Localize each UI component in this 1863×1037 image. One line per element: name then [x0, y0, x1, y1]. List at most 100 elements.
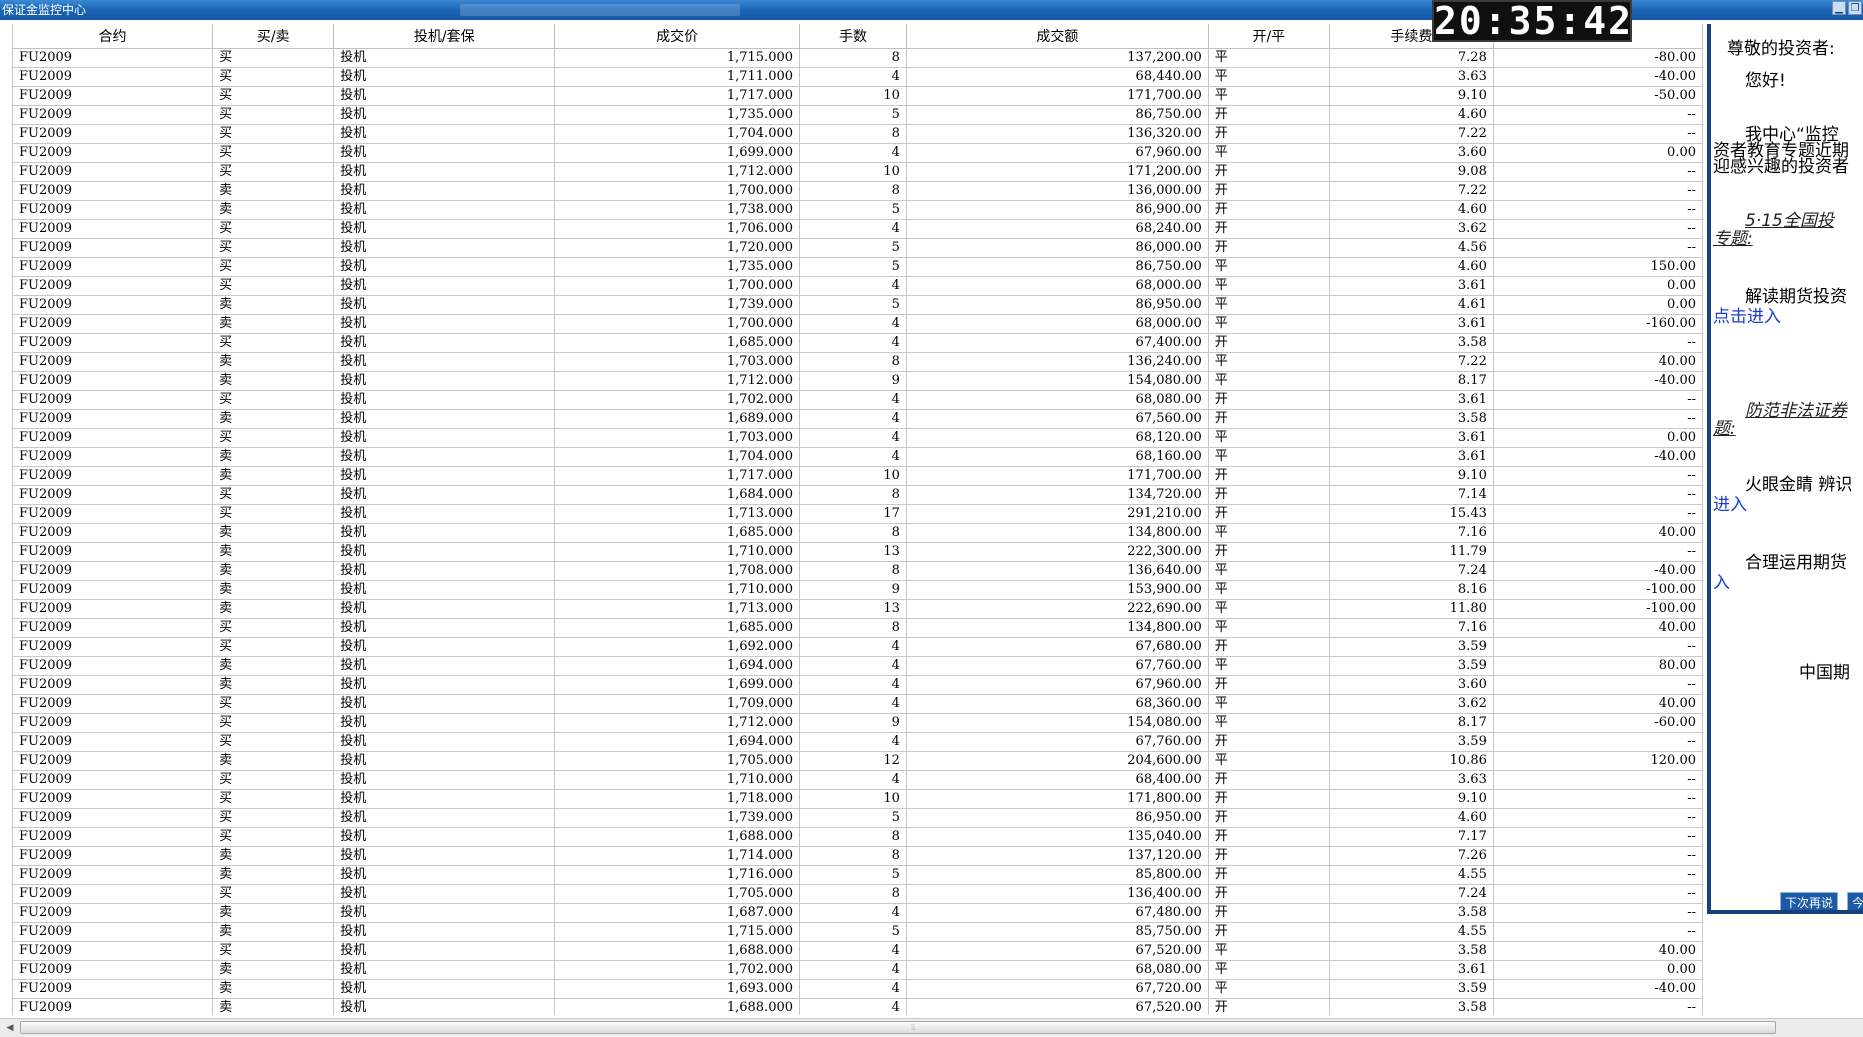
cell-contract: FU2009 — [13, 618, 214, 638]
table-row[interactable]: FU2009 买投机 1,739.000 5 86,950.00 开 4.60 -- — [13, 808, 1703, 828]
header-lots[interactable]: 手数 — [799, 24, 907, 49]
header-buy-sell[interactable]: 买/卖 — [212, 24, 335, 49]
topic-heading[interactable]: 题: — [1713, 414, 1736, 439]
topic-heading[interactable]: 5·15全国投 — [1745, 206, 1834, 231]
cell-price: 1,708.000 — [554, 561, 801, 581]
table-row[interactable]: FU2009 买投机 1,694.000 4 67,760.00 开 3.59 -- — [13, 732, 1703, 752]
table-row[interactable]: FU2009 买投机 1,700.000 4 68,000.00 平 3.61 0.00 — [13, 276, 1703, 296]
cell-pnl: -- — [1493, 409, 1703, 429]
cell-amount: 67,720.00 — [906, 979, 1209, 999]
topic-heading[interactable]: 专题: — [1713, 224, 1753, 249]
table-row[interactable]: FU2009 买投机 1,688.000 4 67,520.00 平 3.58 40.00 — [13, 941, 1703, 961]
table-row[interactable]: FU2009 买投机 1,710.000 4 68,400.00 开 3.63 -- — [13, 770, 1703, 790]
cell-contract: FU2009 — [13, 865, 214, 885]
table-row[interactable]: FU2009 卖投机 1,708.000 8 136,640.00 平 7.24 -40.00 — [13, 561, 1703, 581]
table-row[interactable]: FU2009 卖投机 1,712.000 9 154,080.00 平 8.17 -40.00 — [13, 371, 1703, 391]
table-row[interactable]: FU2009 卖投机 1,702.000 4 68,080.00 平 3.61 0.00 — [13, 960, 1703, 980]
topic-item-link[interactable]: 进入 — [1713, 490, 1747, 515]
table-row[interactable]: FU2009 买投机 1,712.000 10 171,200.00 开 9.08 -- — [13, 162, 1703, 182]
cell-price: 1,710.000 — [554, 580, 801, 600]
cell-fee: 3.62 — [1329, 219, 1494, 239]
table-row[interactable]: FU2009 买投机 1,709.000 4 68,360.00 平 3.62 40.00 — [13, 694, 1703, 714]
remind-later-button[interactable]: 下次再说 — [1780, 892, 1839, 910]
cell-contract: FU2009 — [13, 314, 214, 334]
header-open-close[interactable]: 开/平 — [1208, 24, 1330, 49]
header-contract[interactable]: 合约 — [13, 24, 214, 49]
table-row[interactable]: FU2009 卖投机 1,710.000 13 222,300.00 开 11.79 -- — [13, 542, 1703, 562]
table-row[interactable]: FU2009 卖投机 1,687.000 4 67,480.00 开 3.58 -- — [13, 903, 1703, 923]
table-row[interactable]: FU2009 买投机 1,717.000 10 171,700.00 平 9.10 -50.0… — [13, 86, 1703, 106]
table-row[interactable]: FU2009 卖投机 1,713.000 13 222,690.00 平 11.80 -100… — [13, 599, 1703, 619]
restore-icon[interactable]: ❐ — [1848, 1, 1862, 15]
cell-fee: 3.61 — [1329, 428, 1494, 448]
table-row[interactable]: FU2009 卖投机 1,704.000 4 68,160.00 平 3.61 -40.00 — [13, 447, 1703, 467]
cell-fee: 9.10 — [1329, 466, 1494, 486]
cell-contract: FU2009 — [13, 599, 214, 619]
table-row[interactable]: FU2009 买投机 1,704.000 8 136,320.00 开 7.22 -- — [13, 124, 1703, 144]
cell-price: 1,717.000 — [554, 86, 801, 106]
table-row[interactable]: FU2009 买投机 1,735.000 5 86,750.00 开 4.60 -- — [13, 105, 1703, 125]
table-row[interactable]: FU2009 买投机 1,705.000 8 136,400.00 开 7.24 -- — [13, 884, 1703, 904]
topic-heading[interactable]: 防范非法证券 — [1745, 396, 1847, 421]
table-row[interactable]: FU2009 买投机 1,684.000 8 134,720.00 开 7.14 -- — [13, 485, 1703, 505]
table-row[interactable]: FU2009 买投机 1,699.000 4 67,960.00 平 3.60 0.00 — [13, 143, 1703, 163]
cell-open-close: 开 — [1208, 846, 1330, 866]
table-row[interactable]: FU2009 买投机 1,720.000 5 86,000.00 开 4.56 -- — [13, 238, 1703, 258]
scroll-left-icon[interactable]: ◀ — [2, 1021, 18, 1035]
table-row[interactable]: FU2009 卖投机 1,700.000 4 68,000.00 平 3.61 -160.00 — [13, 314, 1703, 334]
table-row[interactable]: FU2009 卖投机 1,710.000 9 153,900.00 平 8.16 -100.0… — [13, 580, 1703, 600]
cell-price: 1,714.000 — [554, 846, 801, 866]
table-row[interactable]: FU2009 卖投机 1,694.000 4 67,760.00 平 3.59 80.00 — [13, 656, 1703, 676]
table-row[interactable]: FU2009 卖投机 1,717.000 10 171,700.00 开 9.10 -- — [13, 466, 1703, 486]
table-row[interactable]: FU2009 买投机 1,735.000 5 86,750.00 平 4.60 150.00 — [13, 257, 1703, 277]
horizontal-scrollbar[interactable]: ◀ ⦙⦙ — [0, 1018, 1863, 1037]
cell-amount: 67,760.00 — [906, 656, 1209, 676]
table-row[interactable]: FU2009 买投机 1,715.000 8 137,200.00 平 7.28 -80.00 — [13, 48, 1703, 68]
topic-item-link[interactable]: 入 — [1713, 568, 1730, 593]
cell-amount: 86,900.00 — [906, 200, 1209, 220]
table-row[interactable]: FU2009 卖投机 1,738.000 5 86,900.00 开 4.60 -- — [13, 200, 1703, 220]
table-row[interactable]: FU2009 卖投机 1,699.000 4 67,960.00 开 3.60 -- — [13, 675, 1703, 695]
table-row[interactable]: FU2009 卖投机 1,689.000 4 67,560.00 开 3.58 -- — [13, 409, 1703, 429]
table-row[interactable]: FU2009 买投机 1,718.000 10 171,800.00 开 9.10 -- — [13, 789, 1703, 809]
header-amount[interactable]: 成交额 — [906, 24, 1209, 49]
table-row[interactable]: FU2009 买投机 1,702.000 4 68,080.00 开 3.61 -- — [13, 390, 1703, 410]
cell-buy-sell: 买 — [212, 143, 335, 163]
table-row[interactable]: FU2009 卖投机 1,716.000 5 85,800.00 开 4.55 -- — [13, 865, 1703, 885]
table-row[interactable]: FU2009 买投机 1,685.000 8 134,800.00 平 7.16 40.00 — [13, 618, 1703, 638]
cell-fee: 8.16 — [1329, 580, 1494, 600]
cell-contract: FU2009 — [13, 770, 214, 790]
cell-spec-hedge: 投机 — [333, 922, 556, 942]
table-row[interactable]: FU2009 买投机 1,688.000 8 135,040.00 开 7.17 -- — [13, 827, 1703, 847]
table-row[interactable]: FU2009 买投机 1,685.000 4 67,400.00 开 3.58 -- — [13, 333, 1703, 353]
table-row[interactable]: FU2009 买投机 1,712.000 9 154,080.00 平 8.17 -60.00 — [13, 713, 1703, 733]
cell-fee: 8.17 — [1329, 713, 1494, 733]
cell-spec-hedge: 投机 — [333, 238, 556, 258]
scrollbar-thumb[interactable]: ⦙⦙ — [20, 1021, 1776, 1034]
table-row[interactable]: FU2009 卖投机 1,685.000 8 134,800.00 平 7.16 40.00 — [13, 523, 1703, 543]
cell-lots: 5 — [799, 257, 907, 277]
table-row[interactable]: FU2009 卖投机 1,700.000 8 136,000.00 开 7.22 -- — [13, 181, 1703, 201]
cell-pnl: -40.00 — [1493, 371, 1703, 391]
table-row[interactable]: FU2009 买投机 1,706.000 4 68,240.00 开 3.62 -- — [13, 219, 1703, 239]
header-spec-hedge[interactable]: 投机/套保 — [333, 24, 556, 49]
cell-open-close: 开 — [1208, 485, 1330, 505]
table-row[interactable]: FU2009 买投机 1,692.000 4 67,680.00 开 3.59 -- — [13, 637, 1703, 657]
table-row[interactable]: FU2009 卖投机 1,703.000 8 136,240.00 平 7.22 40.00 — [13, 352, 1703, 372]
minimize-icon[interactable]: ▁ — [1832, 1, 1846, 15]
table-row[interactable]: FU2009 卖投机 1,739.000 5 86,950.00 平 4.61 0.00 — [13, 295, 1703, 315]
cell-pnl: -- — [1493, 865, 1703, 885]
table-row[interactable]: FU2009 卖投机 1,714.000 8 137,120.00 开 7.26 -- — [13, 846, 1703, 866]
topic-item-link[interactable]: 点击进入 — [1713, 302, 1781, 327]
table-row[interactable]: FU2009 卖投机 1,715.000 5 85,750.00 开 4.55 -- — [13, 922, 1703, 942]
table-row[interactable]: FU2009 卖投机 1,705.000 12 204,600.00 平 10.86 120.… — [13, 751, 1703, 771]
table-row[interactable]: FU2009 买投机 1,703.000 4 68,120.00 平 3.61 0.00 — [13, 428, 1703, 448]
table-row[interactable]: FU2009 卖投机 1,688.000 4 67,520.00 开 3.58 -- — [13, 998, 1703, 1015]
today-button[interactable]: 今 — [1847, 892, 1863, 910]
header-price[interactable]: 成交价 — [554, 24, 801, 49]
cell-pnl: 40.00 — [1493, 618, 1703, 638]
table-row[interactable]: FU2009 卖投机 1,693.000 4 67,720.00 平 3.59 -40.00 — [13, 979, 1703, 999]
table-row[interactable]: FU2009 买投机 1,713.000 17 291,210.00 开 15.43 -- — [13, 504, 1703, 524]
table-row[interactable]: FU2009 买投机 1,711.000 4 68,440.00 平 3.63 -40.00 — [13, 67, 1703, 87]
cell-amount: 154,080.00 — [906, 371, 1209, 391]
